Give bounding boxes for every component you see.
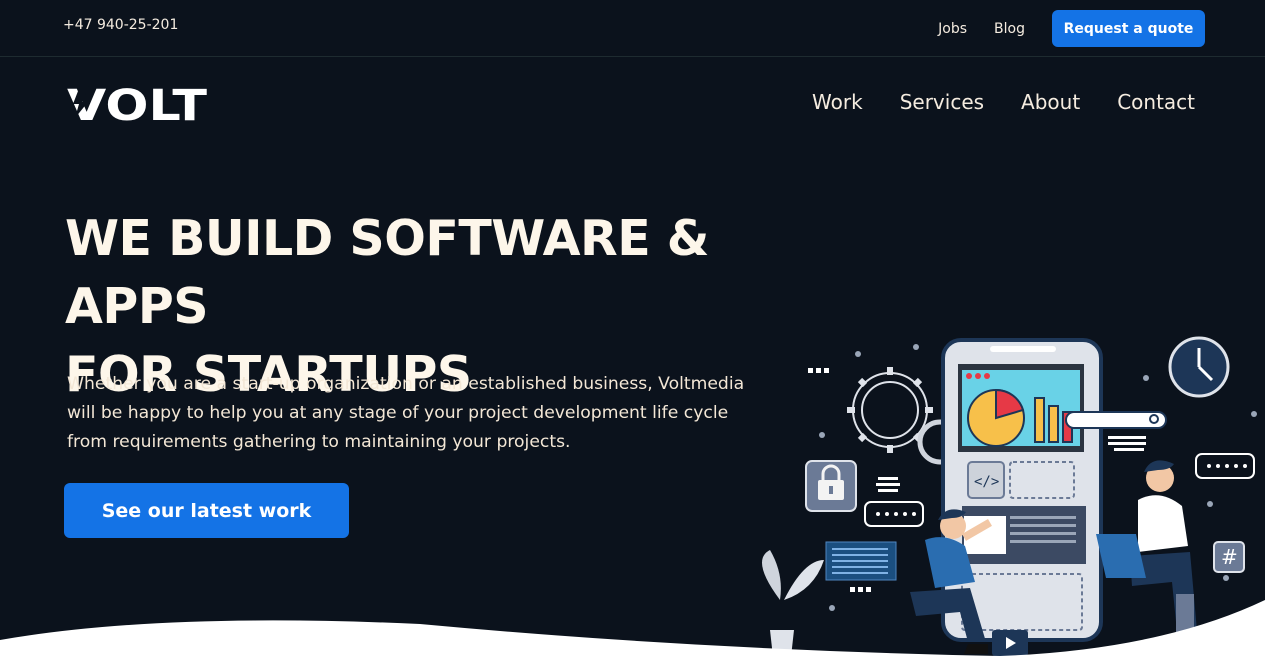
top-links: Jobs Blog Request a quote — [938, 10, 1205, 47]
svg-text:VOLT: VOLT — [67, 84, 208, 124]
search-bar — [1065, 411, 1167, 429]
nav-about[interactable]: About — [1021, 90, 1080, 114]
chat-bubble-icon — [864, 501, 924, 527]
hero-title-line-1: WE BUILD SOFTWARE & APPS — [65, 210, 710, 335]
see-latest-work-button[interactable]: See our latest work — [64, 483, 349, 538]
volt-logo-image: VOLT — [67, 81, 208, 131]
nav-work[interactable]: Work — [812, 90, 863, 114]
jobs-link[interactable]: Jobs — [938, 21, 967, 37]
chat-bubble-icon — [1195, 453, 1255, 479]
svg-text:</>: </> — [974, 474, 999, 490]
main-nav: Work Services About Contact — [775, 90, 1195, 114]
volt-logo[interactable]: VOLT — [67, 81, 209, 131]
nav-contact[interactable]: Contact — [1117, 90, 1195, 114]
hero-description: Whether you are a start-up organization … — [67, 374, 745, 452]
bottom-wave — [0, 600, 1265, 666]
svg-text:#: # — [1221, 545, 1238, 569]
lock-icon — [805, 460, 857, 512]
hashtag-icon: # — [1213, 541, 1245, 573]
phone-number[interactable]: +47 940-25-201 — [63, 17, 178, 33]
request-quote-button[interactable]: Request a quote — [1052, 10, 1205, 47]
top-bar: +47 940-25-201 Jobs Blog Request a quote — [0, 0, 1265, 57]
nav-services[interactable]: Services — [900, 90, 984, 114]
clock-icon — [1168, 336, 1230, 398]
code-panel — [825, 541, 897, 581]
blog-link[interactable]: Blog — [994, 21, 1025, 37]
